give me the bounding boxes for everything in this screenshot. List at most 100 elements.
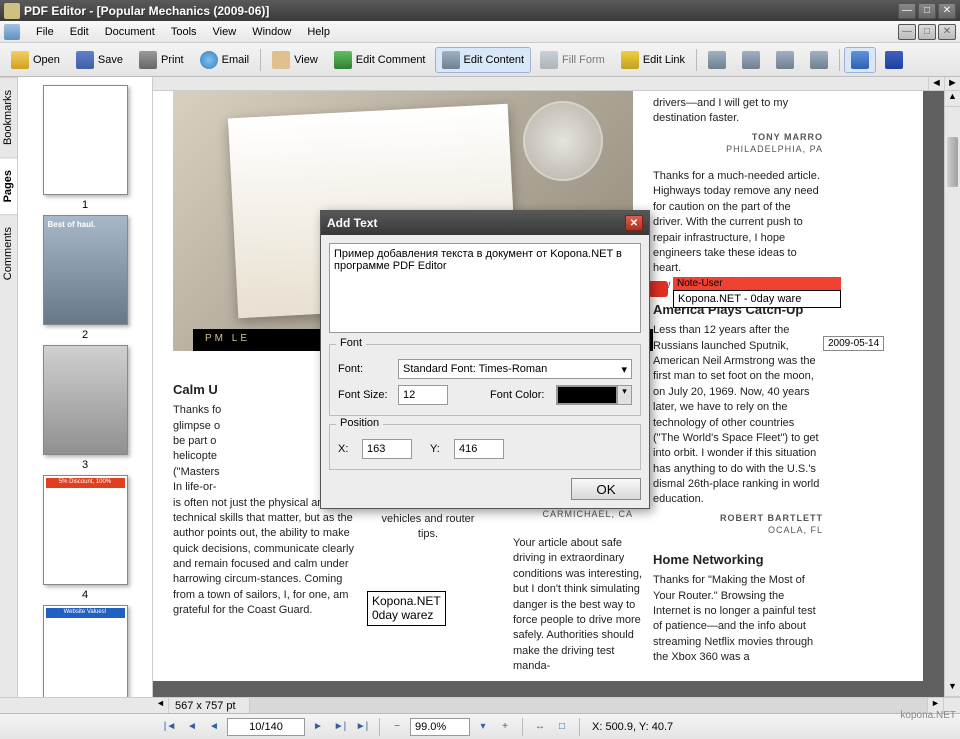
font-color-picker[interactable]: ▾: [556, 385, 632, 405]
signature-loc: OCALA, FL: [768, 525, 823, 535]
eraser-icon: [742, 51, 760, 69]
note-annotation[interactable]: Note-User Kopona.NET - 0day ware: [673, 277, 841, 308]
text-insert-button[interactable]: [844, 47, 876, 73]
thumb-1[interactable]: 1: [22, 85, 148, 211]
thumb-3[interactable]: 3: [22, 345, 148, 471]
font-size-input[interactable]: [398, 385, 448, 405]
text-input[interactable]: [329, 243, 641, 333]
mdi-close-button[interactable]: ✕: [938, 24, 956, 40]
edit-link-button[interactable]: Edit Link: [614, 47, 692, 73]
zoom-dropdown-button[interactable]: ▾: [474, 718, 492, 736]
menu-window[interactable]: Window: [244, 24, 299, 40]
body-text: Thanks for a much-needed article. Highwa…: [653, 169, 823, 277]
edit-comment-label: Edit Comment: [356, 54, 426, 66]
email-icon: [200, 51, 218, 69]
tab-pages[interactable]: Pages: [0, 157, 17, 214]
zoom-field[interactable]: [410, 718, 470, 736]
hscroll-bar: ◄ 567 x 757 pt ►: [0, 697, 960, 713]
menu-file[interactable]: File: [28, 24, 62, 40]
text-column: Your article about safe driving in extra…: [513, 536, 643, 675]
stamp-tool-button[interactable]: [769, 47, 801, 73]
eraser-tool-button[interactable]: [735, 47, 767, 73]
body-text: drivers—and I will get to my destination…: [653, 96, 823, 127]
text-tool-button[interactable]: [701, 47, 733, 73]
print-label: Print: [161, 54, 184, 66]
thumb-4[interactable]: 5% Discount, 100%4: [22, 475, 148, 601]
menu-edit[interactable]: Edit: [62, 24, 97, 40]
print-button[interactable]: Print: [132, 47, 191, 73]
vertical-scrollbar[interactable]: ▲ ▼: [944, 91, 960, 697]
edit-content-button[interactable]: Edit Content: [435, 47, 532, 73]
group-label: Position: [336, 417, 383, 429]
email-button[interactable]: Email: [193, 47, 257, 73]
inserted-textbox[interactable]: Kopona.NET 0day warez: [367, 591, 446, 626]
pencil-tool-button[interactable]: [878, 47, 910, 73]
zoom-out-button[interactable]: −: [388, 718, 406, 736]
first-page-button[interactable]: |◄: [161, 718, 179, 736]
edit-content-label: Edit Content: [464, 54, 525, 66]
window-close-button[interactable]: ✕: [938, 3, 956, 19]
note-icon[interactable]: [648, 281, 668, 297]
scroll-track[interactable]: [945, 107, 960, 681]
app-icon: [4, 3, 20, 19]
note-header: Note-User: [673, 277, 841, 290]
next-step-button[interactable]: ►: [309, 718, 327, 736]
save-button[interactable]: Save: [69, 47, 130, 73]
menubar: File Edit Document Tools View Window Hel…: [0, 21, 960, 43]
image-tool-button[interactable]: [803, 47, 835, 73]
maximize-button[interactable]: □: [918, 3, 936, 19]
menu-tools[interactable]: Tools: [163, 24, 205, 40]
text-insert-icon: [851, 51, 869, 69]
scroll-down-button[interactable]: ▼: [945, 681, 960, 697]
thumb-5[interactable]: Website Values!: [22, 605, 148, 697]
prev-step-button[interactable]: ◄: [205, 718, 223, 736]
tab-bookmarks[interactable]: Bookmarks: [0, 77, 17, 157]
side-tabs: Bookmarks Pages Comments: [0, 77, 18, 697]
ok-button[interactable]: OK: [571, 478, 641, 500]
scroll-left-button[interactable]: ◄: [928, 77, 944, 90]
minimize-button[interactable]: —: [898, 3, 916, 19]
thumb-label: 2: [22, 329, 148, 341]
menu-view[interactable]: View: [205, 24, 245, 40]
signature-loc: CARMICHAEL, CA: [542, 509, 633, 519]
hscroll-left-button[interactable]: ◄: [153, 698, 169, 713]
tab-comments[interactable]: Comments: [0, 214, 17, 292]
menu-help[interactable]: Help: [299, 24, 338, 40]
menu-document[interactable]: Document: [97, 24, 163, 40]
note-body: Kopona.NET - 0day ware: [673, 290, 841, 308]
zoom-in-button[interactable]: +: [496, 718, 514, 736]
y-input[interactable]: [454, 439, 504, 459]
dialog-body: Font Font: Standard Font: Times-Roman▾ F…: [321, 235, 649, 508]
position-group: Position X: Y:: [329, 424, 641, 470]
group-label: Font: [336, 337, 366, 349]
fill-form-button[interactable]: Fill Form: [533, 47, 612, 73]
next-page-button[interactable]: ►|: [331, 718, 349, 736]
hscroll-track[interactable]: [249, 698, 928, 713]
fit-width-button[interactable]: ↔: [531, 718, 549, 736]
thumb-label: 3: [22, 459, 148, 471]
mdi-minimize-button[interactable]: —: [898, 24, 916, 40]
scroll-up-button[interactable]: ▲: [945, 91, 960, 107]
scroll-thumb[interactable]: [947, 137, 958, 187]
print-icon: [139, 51, 157, 69]
note-date: 2009-05-14: [823, 336, 884, 351]
toolbar-separator: [260, 49, 261, 71]
dialog-titlebar[interactable]: Add Text ✕: [321, 211, 649, 235]
view-button[interactable]: View: [265, 47, 325, 73]
open-button[interactable]: Open: [4, 47, 67, 73]
email-label: Email: [222, 54, 250, 66]
form-icon: [540, 51, 558, 69]
page-field[interactable]: [227, 718, 305, 736]
thumb-2[interactable]: Best of haul.2: [22, 215, 148, 341]
font-select[interactable]: Standard Font: Times-Roman▾: [398, 359, 632, 379]
last-page-button[interactable]: ►|: [353, 718, 371, 736]
fit-page-button[interactable]: □: [553, 718, 571, 736]
scroll-right-button[interactable]: ►: [944, 77, 960, 90]
prev-page-button[interactable]: ◄: [183, 718, 201, 736]
open-label: Open: [33, 54, 60, 66]
edit-comment-button[interactable]: Edit Comment: [327, 47, 433, 73]
mdi-restore-button[interactable]: □: [918, 24, 936, 40]
dialog-close-button[interactable]: ✕: [625, 215, 643, 231]
titlebar-text: PDF Editor - [Popular Mechanics (2009-06…: [24, 4, 896, 18]
x-input[interactable]: [362, 439, 412, 459]
